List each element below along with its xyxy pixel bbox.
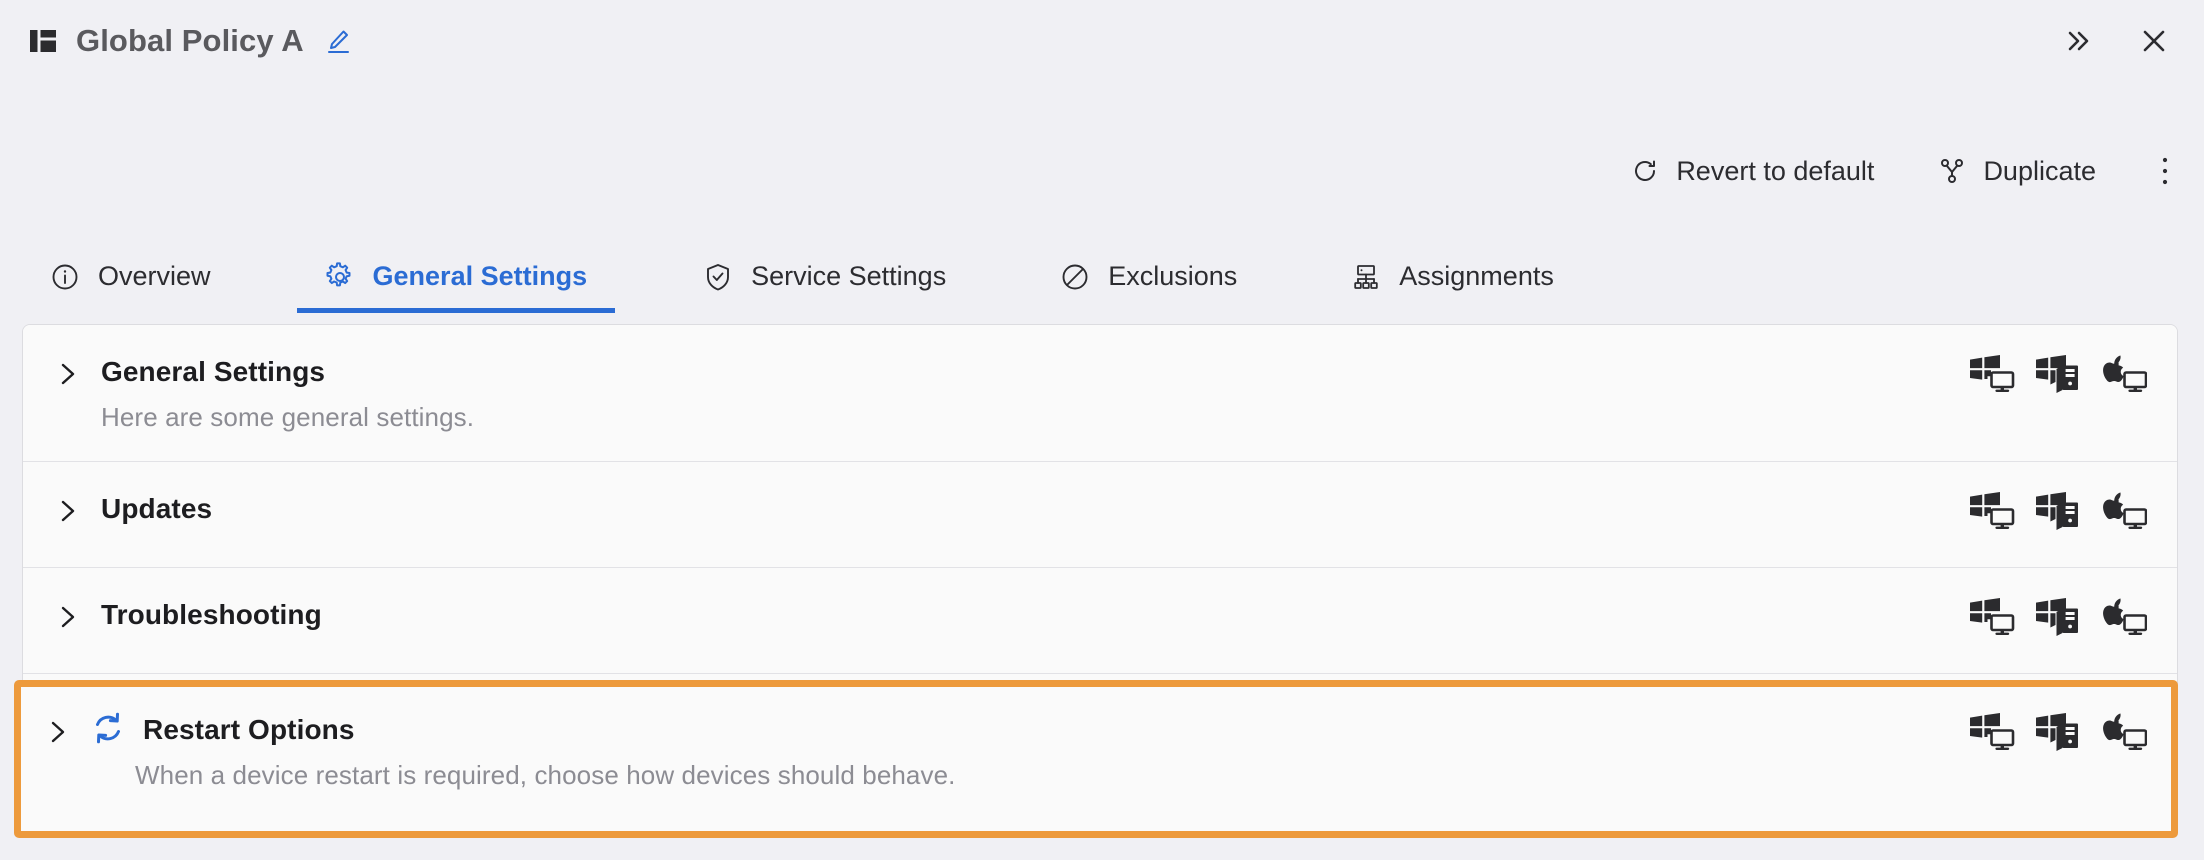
windows-server-icon [2035,598,2081,641]
apple-mac-icon [2101,713,2148,756]
chevron-right-icon[interactable] [57,604,79,630]
tab-overview[interactable]: Overview [22,245,239,313]
platform-icon-group [1939,713,2148,756]
kebab-more-vertical-icon [2160,157,2170,189]
layout-panel-icon [28,26,58,56]
accordion-content: Updates [101,490,1939,528]
windows-workstation-icon [1969,492,2015,535]
info-circle-icon [50,262,80,292]
accordion-title: Updates [101,493,213,524]
accordion-title-line: General Settings [101,353,1939,391]
platform-icon-group [1939,355,2148,398]
duplicate-button[interactable]: Duplicate [1924,152,2110,191]
close-panel-button[interactable] [2134,21,2174,61]
policy-detail-panel: Global Policy A Revert to default Duplic… [0,0,2204,860]
windows-workstation-icon [1969,598,2015,641]
tab-exclusions[interactable]: Exclusions [1032,245,1265,313]
accordion-row-updates[interactable]: Updates [23,461,2177,567]
apple-mac-icon [2101,492,2148,535]
tab-service-settings[interactable]: Service Settings [675,245,974,313]
accordion-row-restart-options-highlight[interactable]: Restart Options When a device restart is… [14,680,2178,838]
platform-icon-group [1939,598,2148,641]
tab-general-settings-label: General Settings [372,261,588,291]
block-slash-icon [1060,262,1090,292]
tab-general-settings[interactable]: General Settings [296,245,616,313]
shield-check-icon [703,262,733,292]
page-title: Global Policy A [76,23,304,58]
titlebar-left: Global Policy A [28,23,352,59]
accordion-description: When a device restart is required, choos… [135,760,956,790]
more-options-button[interactable] [2150,152,2180,190]
apple-mac-icon [2101,598,2148,641]
pencil-edit-icon[interactable] [324,27,352,55]
accordion-title: Restart Options [143,714,355,745]
tab-exclusions-label: Exclusions [1108,261,1238,291]
accordion-title: Troubleshooting [101,599,322,630]
accordion-description: Here are some general settings. [101,402,475,432]
accordion-row-troubleshooting[interactable]: Troubleshooting [23,567,2177,673]
windows-server-icon [2035,713,2081,756]
duplicate-label: Duplicate [1983,155,2096,186]
chevron-right-icon[interactable] [57,361,79,387]
accordion-title: General Settings [101,356,326,387]
action-toolbar: Revert to default Duplicate [1617,148,2180,194]
chevron-right-icon[interactable] [57,498,79,524]
tab-overview-label: Overview [98,261,211,291]
accordion-row-general-settings[interactable]: General Settings Here are some general s… [23,325,2177,461]
windows-server-icon [2035,492,2081,535]
tab-assignments[interactable]: Assignments [1323,245,1582,313]
windows-server-icon [2035,355,2081,398]
tab-bar: Overview General Settings Service Settin… [0,245,2204,313]
accordion-title-line: Restart Options [91,711,1939,749]
tab-assignments-label: Assignments [1399,261,1554,291]
revert-to-default-button[interactable]: Revert to default [1617,152,1888,191]
accordion-content: General Settings Here are some general s… [101,353,1939,433]
windows-workstation-icon [1969,713,2015,756]
accordion-title-line: Updates [101,490,1939,528]
hierarchy-icon [1351,262,1381,292]
gear-icon [325,261,355,292]
titlebar-right [2056,21,2174,61]
refresh-circular-icon [1631,157,1659,185]
accordion-row-restart-options[interactable]: Restart Options When a device restart is… [21,687,2171,831]
accordion-title-line: Troubleshooting [101,596,1939,634]
titlebar: Global Policy A [0,0,2204,82]
accordion-content: Troubleshooting [101,596,1939,634]
tab-service-settings-label: Service Settings [751,261,947,291]
restart-circular-arrows-icon [91,711,125,750]
revert-to-default-label: Revert to default [1676,155,1875,186]
chevron-right-icon[interactable] [47,719,69,745]
apple-mac-icon [2101,355,2148,398]
expand-panel-button[interactable] [2056,21,2096,61]
platform-icon-group [1939,492,2148,535]
accordion-content: Restart Options When a device restart is… [91,711,1939,791]
branch-fork-icon [1938,157,1966,185]
windows-workstation-icon [1969,355,2015,398]
